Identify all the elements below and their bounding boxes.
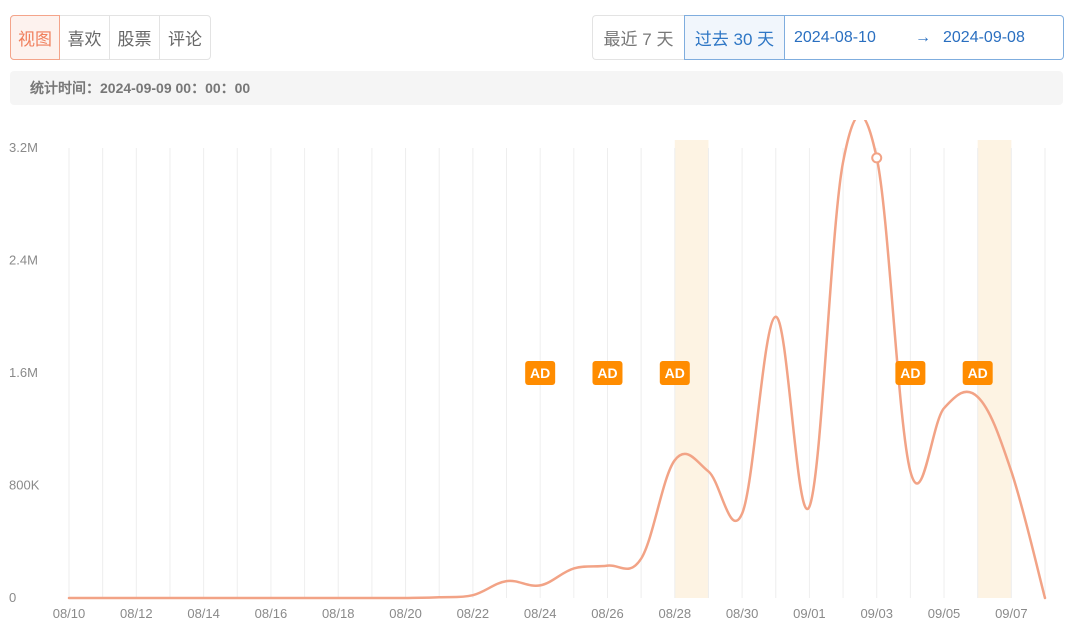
series-line — [67, 120, 1047, 600]
date-range-picker[interactable]: 2024-08-10 → 2024-09-08 — [785, 15, 1064, 60]
stat-time-label: 统计时间：2024-09-09 00：00：00 — [30, 80, 251, 96]
x-tick-label: 08/18 — [322, 606, 355, 621]
y-tick-label: 0 — [9, 590, 16, 605]
x-tick-label: 09/03 — [860, 606, 893, 621]
ad-marker: AD — [592, 361, 623, 385]
ad-label: AD — [597, 365, 617, 381]
ad-marker: AD — [659, 361, 690, 385]
tab-likes[interactable]: 喜欢 — [60, 16, 110, 59]
tab-comments[interactable]: 评论 — [160, 16, 210, 59]
stat-time-bar: 统计时间：2024-09-09 00：00：00 — [10, 71, 1063, 105]
ad-label: AD — [900, 365, 920, 381]
ad-label: AD — [968, 365, 988, 381]
y-tick-label: 800K — [9, 478, 40, 493]
x-tick-label: 08/30 — [726, 606, 759, 621]
x-tick-label: 08/14 — [187, 606, 220, 621]
ad-marker: AD — [525, 361, 556, 385]
last-7-days-button[interactable]: 最近 7 天 — [592, 15, 684, 60]
x-tick-label: 09/05 — [928, 606, 961, 621]
start-date[interactable]: 2024-08-10 — [794, 29, 909, 47]
y-tick-label: 2.4M — [9, 253, 38, 268]
views-line-chart: 0800K1.6M2.4M3.2M 08/10 08/12 08/14 08/16 08… — [9, 120, 1047, 621]
tab-shares[interactable]: 股票 — [110, 16, 160, 59]
x-tick-label: 08/10 — [53, 606, 86, 621]
y-tick-label: 3.2M — [9, 140, 38, 155]
x-tick-label: 09/07 — [995, 606, 1028, 621]
x-tick-label: 08/22 — [457, 606, 490, 621]
ad-marker: AD — [895, 361, 926, 385]
y-axis: 0 800K 1.6M 2.4M 3.2M — [9, 140, 40, 605]
highlight-point — [871, 152, 883, 164]
data-points — [871, 152, 883, 164]
ad-label: AD — [665, 365, 685, 381]
x-tick-label: 08/12 — [120, 606, 153, 621]
arrow-right-icon: → — [915, 28, 931, 46]
x-tick-label: 08/24 — [524, 606, 557, 621]
x-tick-label: 09/01 — [793, 606, 826, 621]
ad-label: AD — [530, 365, 550, 381]
y-tick-label: 1.6M — [9, 365, 38, 380]
x-tick-label: 08/20 — [389, 606, 422, 621]
past-30-days-button[interactable]: 过去 30 天 — [684, 15, 785, 60]
tab-views[interactable]: 视图 — [10, 15, 60, 60]
x-tick-label: 08/28 — [659, 606, 692, 621]
ad-markers: AD AD AD AD AD — [525, 361, 993, 385]
x-tick-label: 08/26 — [591, 606, 624, 621]
end-date[interactable]: 2024-09-08 — [937, 29, 1025, 47]
ad-marker: AD — [962, 361, 993, 385]
x-tick-label: 08/16 — [255, 606, 288, 621]
date-range-selector: 最近 7 天 过去 30 天 2024-08-10 → 2024-09-08 — [592, 15, 1064, 60]
view-tabs: 视图 喜欢 股票 评论 — [10, 15, 211, 60]
x-axis: 08/10 08/12 08/14 08/16 08/18 08/20 08/22 08/24… — [53, 606, 1028, 621]
